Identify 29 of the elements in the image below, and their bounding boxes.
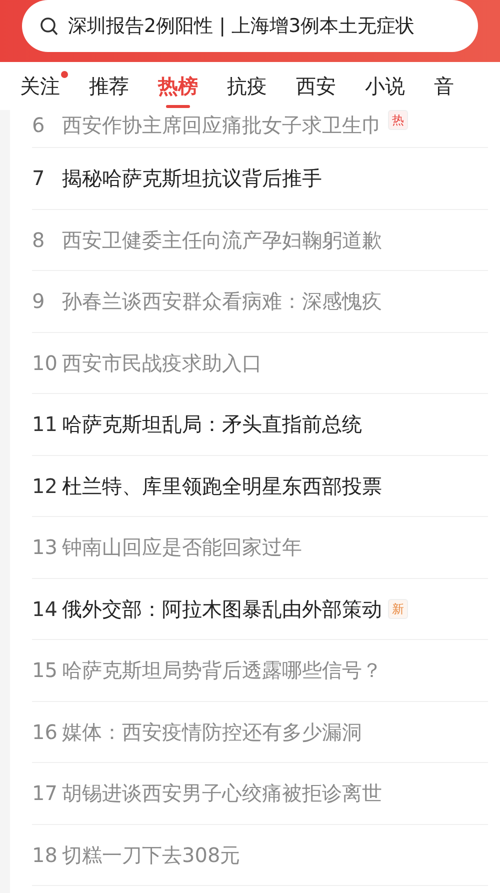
rank-number: 12 <box>32 472 58 500</box>
rank-number: 9 <box>32 288 46 316</box>
tab[interactable]: 关注 <box>20 62 68 110</box>
headline-link[interactable]: 揭秘哈萨克斯坦抗议背后推手 <box>62 163 322 194</box>
tab[interactable]: 音 <box>434 62 462 110</box>
rank-number: 7 <box>32 165 46 192</box>
rank-number: 18 <box>32 842 58 869</box>
search-icon <box>40 16 58 36</box>
tab[interactable]: 热榜 <box>158 62 206 110</box>
rank-number: 11 <box>32 411 58 438</box>
rank-number: 17 <box>32 780 58 808</box>
rank-number: 8 <box>32 226 46 254</box>
search-text: 深圳报告2例阳性 | 上海增3例本土无症状 <box>68 14 415 39</box>
headline-link[interactable]: 哈萨克斯坦乱局：矛头直指前总统 <box>62 409 362 440</box>
new-tag: 新 <box>388 598 408 619</box>
rank-number: 14 <box>32 596 58 623</box>
hot-tag: 热 <box>388 110 408 130</box>
tab[interactable]: 西安 <box>296 62 344 110</box>
rank-number: 16 <box>32 718 58 746</box>
rank-number: 15 <box>32 657 58 684</box>
rank-number: 6 <box>32 112 46 139</box>
search-field[interactable]: 深圳报告2例阳性 | 上海增3例本土无症状 <box>22 0 478 52</box>
headline-link[interactable]: 杜兰特、库里领跑全明星东西部投票 <box>62 470 382 501</box>
rank-number: 10 <box>32 350 58 377</box>
headline-link[interactable]: 俄外交部：阿拉木图暴乱由外部策动 <box>62 594 382 624</box>
tab[interactable]: 小说 <box>365 62 413 110</box>
rank-number: 13 <box>32 534 58 562</box>
tab[interactable]: 抗疫 <box>227 62 275 110</box>
tab[interactable]: 推荐 <box>89 62 137 110</box>
